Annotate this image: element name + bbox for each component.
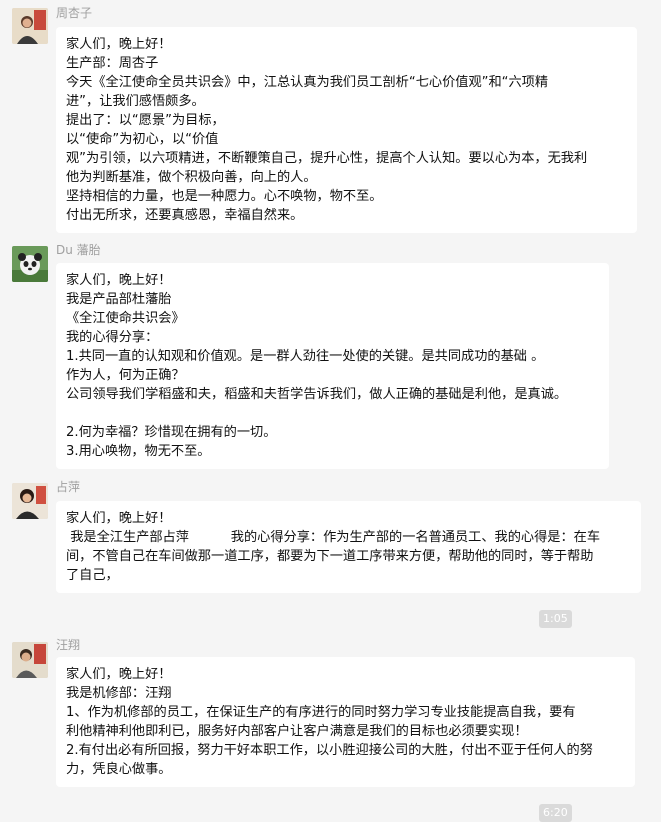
message-line: 他为判断基准，做个积极向善，向上的人。 xyxy=(66,170,317,185)
message-line: 观”为引领，以六项精进，不断鞭策自己，提升心性，提高个人认知。要以心为本，无我利 xyxy=(66,151,588,166)
message-line: 《全江使命共识会》 xyxy=(66,311,185,326)
message-line: 3.用心唤物，物无不至。 xyxy=(66,444,211,459)
panda-avatar-icon xyxy=(12,246,48,282)
message-line: 坚持相信的力量，也是一种愿力。心不唤物，物不至。 xyxy=(66,189,383,204)
avatar[interactable] xyxy=(12,246,48,282)
message-line: 2.何为幸福？珍惜现在拥有的一切。 xyxy=(66,425,277,440)
message-line: 生产部：周杏子 xyxy=(66,56,159,71)
message-line: 1.共同一直的认知观和价值观。是一群人劲往一处使的关键。是共同成功的基础 。 xyxy=(66,349,545,364)
sender-name: Du 藩胎 xyxy=(56,243,101,257)
message-bubble[interactable]: 家人们，晚上好！ 我是全江生产部占萍 我的心得分享：作为生产部的一名普通员工、我… xyxy=(56,501,641,593)
timestamp: 1:05 xyxy=(539,610,572,628)
message-line: 家人们，晚上好！ xyxy=(66,667,172,682)
message-bubble[interactable]: 家人们，晚上好！ 我是机修部：汪翔 1、作为机修部的员工，在保证生产的有序进行的… xyxy=(56,657,635,787)
message-bubble[interactable]: 家人们，晚上好！ 生产部：周杏子 今天《全江使命全员共识会》中，江总认真为我们员… xyxy=(56,27,637,233)
message-line: 进”，让我们感悟颇多。 xyxy=(66,94,205,109)
message-line: 作为人，何为正确？ xyxy=(66,368,185,383)
message-line: 家人们，晚上好！ xyxy=(66,273,172,288)
message-line: 我是机修部：汪翔 xyxy=(66,686,172,701)
user-avatar-photo-icon xyxy=(12,483,48,519)
user-avatar-photo-icon xyxy=(12,642,48,678)
avatar[interactable] xyxy=(12,8,48,44)
message-line: 付出无所求，还要真感恩，幸福自然来。 xyxy=(66,208,304,223)
message-line: 1、作为机修部的员工，在保证生产的有序进行的同时努力学习专业技能提高自我，要有 xyxy=(66,705,576,720)
message-line: 提出了：以“愿景”为目标， xyxy=(66,113,225,128)
message-line: 2.有付出必有所回报，努力干好本职工作，以小胜迎接公司的大胜，付出不亚于任何人的… xyxy=(66,743,593,758)
sender-name: 周杏子 xyxy=(56,6,93,20)
avatar[interactable] xyxy=(12,642,48,678)
message-line: 间，不管自己在车间做那一道工序，都要为下一道工序带来方便，帮助他的同时，等于帮助 xyxy=(66,549,594,564)
message-line: 公司领导我们学稻盛和夫，稻盛和夫哲学告诉我们，做人正确的基础是利他，是真诚。 xyxy=(66,387,568,402)
message-line: 家人们，晚上好！ xyxy=(66,511,172,526)
message-line: 我是全江生产部占萍 我的心得分享：作为生产部的一名普通员工、我的心得是：在车 xyxy=(66,530,601,545)
message-line: 我是产品部杜藩胎 xyxy=(66,292,172,307)
message-bubble[interactable]: 家人们，晚上好！ 我是产品部杜藩胎 《全江使命共识会》 我的心得分享： 1.共同… xyxy=(56,263,609,469)
message-line: 了自己， xyxy=(66,568,119,583)
user-avatar-photo-icon xyxy=(12,8,48,44)
message-line xyxy=(66,404,599,423)
message-line: 利他精神利他即利已，服务好内部客户让客户满意是我们的目标也必须要实现！ xyxy=(66,724,528,739)
avatar[interactable] xyxy=(12,483,48,519)
message-line: 力，凭良心做事。 xyxy=(66,762,172,777)
message-line: 家人们，晚上好！ xyxy=(66,37,172,52)
sender-name: 占萍 xyxy=(56,480,81,494)
message-line: 以“使命”为初心，以“价值 xyxy=(66,132,219,147)
sender-name: 汪翔 xyxy=(56,638,81,652)
message-line: 今天《全江使命全员共识会》中，江总认真为我们员工剖析“七心价值观”和“六项精 xyxy=(66,75,549,90)
timestamp: 6:20 xyxy=(539,804,572,822)
message-line: 我的心得分享： xyxy=(66,330,159,345)
